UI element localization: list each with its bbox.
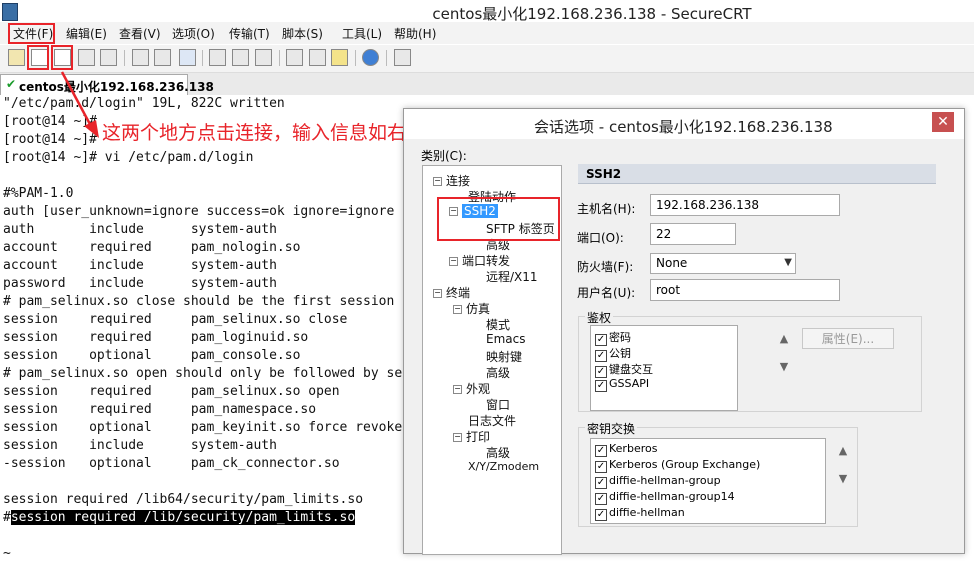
checkbox-checked-icon: ✓	[595, 509, 607, 521]
collapse-icon[interactable]: −	[449, 257, 458, 266]
firewall-select[interactable]: None ▼	[650, 253, 796, 274]
properties-button[interactable]: 属性(E)...	[802, 328, 894, 349]
section-title: SSH2	[586, 167, 622, 181]
port-input[interactable]: 22	[650, 223, 736, 245]
firewall-label: 防火墙(F):	[577, 260, 634, 274]
dialog-title: 会话选项 - centos最小化192.168.236.138	[534, 118, 833, 136]
port-label: 端口(O):	[577, 231, 624, 245]
dialog-title-bar: 会话选项 - centos最小化192.168.236.138 ✕	[404, 109, 964, 139]
collapse-icon[interactable]: −	[453, 433, 462, 442]
kex-method-item[interactable]: ✓ Kerberos (Group Exchange)	[595, 458, 760, 473]
tree-node-emulation-advanced[interactable]: 高级	[486, 364, 510, 381]
hostname-input[interactable]: 192.168.236.138	[650, 194, 840, 216]
checkbox-checked-icon: ✓	[595, 477, 607, 489]
tree-node-print-advanced[interactable]: 高级	[486, 444, 510, 461]
section-header: SSH2	[578, 164, 936, 184]
collapse-icon[interactable]: −	[433, 289, 442, 298]
tree-node-log-file[interactable]: 日志文件	[468, 412, 516, 429]
username-label: 用户名(U):	[577, 286, 636, 300]
tree-node-remote-x11[interactable]: 远程/X11	[486, 268, 538, 285]
checkbox-checked-icon: ✓	[595, 380, 607, 392]
collapse-icon[interactable]: −	[433, 177, 442, 186]
tree-node-xyzmodem[interactable]: X/Y/Zmodem	[468, 460, 539, 473]
move-down-icon[interactable]: ▼	[775, 358, 793, 376]
kex-methods-list: ✓ Kerberos ✓ Kerberos (Group Exchange) ✓ di…	[590, 438, 826, 524]
tree-node-emacs[interactable]: Emacs	[486, 332, 525, 346]
tree-node-emulation[interactable]: − 仿真	[453, 300, 490, 317]
checkbox-checked-icon: ✓	[595, 493, 607, 505]
tree-node-terminal[interactable]: − 终端	[433, 284, 470, 301]
auth-method-item[interactable]: ✓ 密码	[595, 329, 631, 346]
tree-node-printing[interactable]: − 打印	[453, 428, 490, 445]
annotation-box-ssh2	[437, 197, 560, 241]
collapse-icon[interactable]: −	[453, 305, 462, 314]
move-down-icon[interactable]: ▼	[834, 470, 852, 488]
auth-method-item[interactable]: ✓ GSSAPI	[595, 377, 649, 392]
kex-method-item[interactable]: ✓ diffie-hellman	[595, 506, 685, 521]
session-options-dialog: 会话选项 - centos最小化192.168.236.138 ✕ 类别(C):…	[403, 108, 965, 555]
category-label: 类别(C):	[421, 149, 467, 163]
chevron-down-icon: ▼	[784, 257, 792, 268]
tree-node-appearance[interactable]: − 外观	[453, 380, 490, 397]
tree-node-window[interactable]: 窗口	[486, 396, 510, 413]
kex-method-item[interactable]: ✓ diffie-hellman-group	[595, 474, 721, 489]
checkbox-checked-icon: ✓	[595, 461, 607, 473]
firewall-value: None	[656, 256, 688, 270]
kex-method-item[interactable]: ✓ diffie-hellman-group14	[595, 490, 735, 505]
kex-group-title: 密钥交换	[585, 420, 638, 437]
collapse-icon[interactable]: −	[453, 385, 462, 394]
checkbox-checked-icon: ✓	[595, 445, 607, 457]
kex-method-item[interactable]: ✓ Kerberos	[595, 442, 657, 457]
auth-group-title: 鉴权	[585, 309, 614, 326]
username-input[interactable]: root	[650, 279, 840, 301]
close-button[interactable]: ✕	[932, 112, 954, 132]
auth-methods-list: ✓ 密码 ✓ 公钥 ✓ 键盘交互 ✓ GSSAPI	[590, 325, 738, 411]
auth-method-item[interactable]: ✓ 公钥	[595, 345, 631, 362]
tree-node-modes[interactable]: 模式	[486, 316, 510, 333]
annotation-text: 这两个地方点击连接，输入信息如右图	[102, 122, 426, 144]
hostname-label: 主机名(H):	[577, 202, 636, 216]
auth-method-item[interactable]: ✓ 键盘交互	[595, 361, 653, 378]
move-up-icon[interactable]: ▲	[834, 442, 852, 460]
move-up-icon[interactable]: ▲	[775, 330, 793, 348]
tree-node-port-forwarding[interactable]: − 端口转发	[449, 252, 510, 269]
tree-node-mapped-keys[interactable]: 映射键	[486, 348, 522, 365]
tree-node-connection[interactable]: − 连接	[433, 172, 470, 189]
